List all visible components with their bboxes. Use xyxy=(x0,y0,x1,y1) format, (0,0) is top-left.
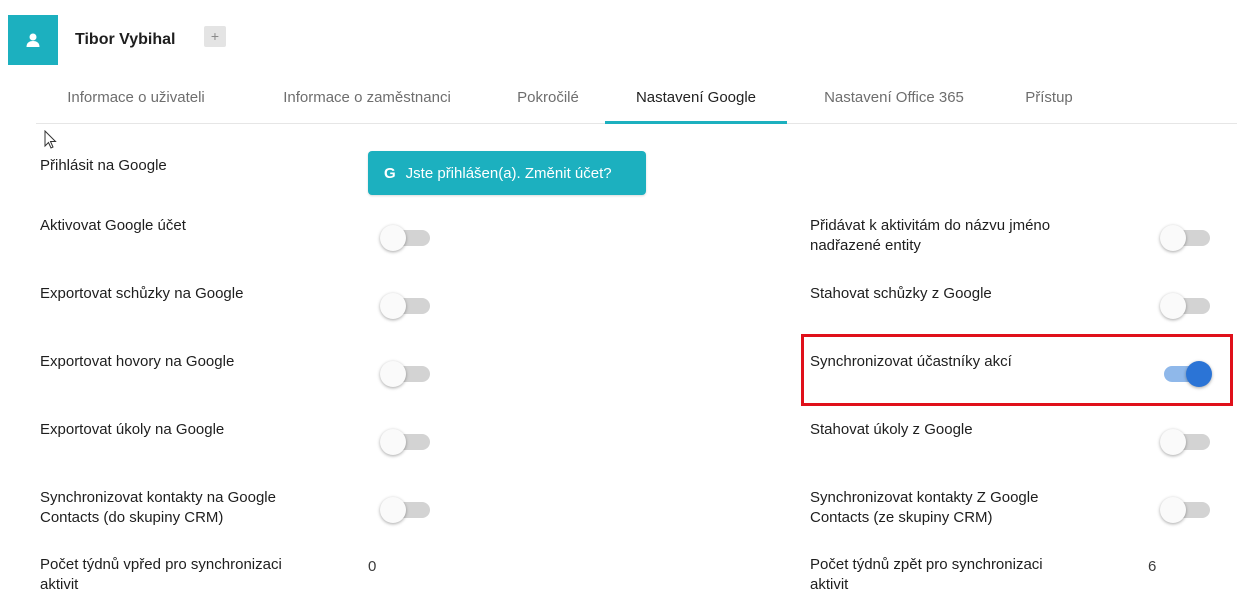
export-calls-label: Exportovat hovory na Google xyxy=(40,353,235,370)
download-meetings-toggle[interactable] xyxy=(1160,291,1212,319)
download-tasks-toggle[interactable] xyxy=(1160,427,1212,455)
tab-user-info[interactable]: Informace o uživateli xyxy=(36,79,236,123)
user-header: Tibor Vybihal + xyxy=(0,0,1237,84)
google-icon: G xyxy=(384,164,396,182)
google-login-label: Přihlásit na Google xyxy=(40,157,167,174)
highlight-box xyxy=(801,334,1233,406)
tab-office365-settings[interactable]: Nastavení Office 365 xyxy=(808,79,980,123)
add-parent-name-label: Přidávat k aktivitám do názvu jméno nadř… xyxy=(810,217,1051,254)
download-tasks-label: Stahovat úkoly z Google xyxy=(810,421,973,438)
export-meetings-label: Exportovat schůzky na Google xyxy=(40,285,244,302)
tab-access[interactable]: Přístup xyxy=(1006,79,1092,123)
user-name: Tibor Vybihal xyxy=(75,31,176,48)
sync-contacts-to-google-toggle[interactable] xyxy=(380,495,432,523)
tab-advanced[interactable]: Pokročilé xyxy=(502,79,594,123)
activate-google-account-label: Aktivovat Google účet xyxy=(40,217,186,234)
tab-google-settings[interactable]: Nastavení Google xyxy=(605,79,787,124)
add-button[interactable]: + xyxy=(204,26,226,47)
weeks-forward-value[interactable]: 0 xyxy=(368,558,376,575)
user-icon xyxy=(26,33,40,47)
export-meetings-toggle[interactable] xyxy=(380,291,432,319)
export-calls-toggle[interactable] xyxy=(380,359,432,387)
weeks-forward-label: Počet týdnů vpřed pro synchronizaci akti… xyxy=(40,556,282,593)
add-parent-name-toggle[interactable] xyxy=(1160,223,1212,251)
tab-bar: Informace o uživateli Informace o zaměst… xyxy=(36,79,1237,124)
download-meetings-label: Stahovat schůzky z Google xyxy=(810,285,992,302)
tab-employee-info[interactable]: Informace o zaměstnanci xyxy=(261,79,473,123)
change-google-account-label: Jste přihlášen(a). Změnit účet? xyxy=(405,164,612,182)
export-tasks-toggle[interactable] xyxy=(380,427,432,455)
activate-google-account-toggle[interactable] xyxy=(380,223,432,251)
sync-contacts-to-google-label: Synchronizovat kontakty na Google Contac… xyxy=(40,489,276,526)
change-google-account-button[interactable]: G Jste přihlášen(a). Změnit účet? xyxy=(368,151,646,195)
mouse-cursor-icon xyxy=(44,130,57,149)
weeks-back-label: Počet týdnů zpět pro synchronizaci aktiv… xyxy=(810,556,1043,593)
weeks-back-value[interactable]: 6 xyxy=(1148,558,1156,575)
sync-contacts-from-google-toggle[interactable] xyxy=(1160,495,1212,523)
export-tasks-label: Exportovat úkoly na Google xyxy=(40,421,225,438)
sync-contacts-from-google-label: Synchronizovat kontakty Z Google Contact… xyxy=(810,489,1039,526)
user-avatar xyxy=(8,15,58,65)
